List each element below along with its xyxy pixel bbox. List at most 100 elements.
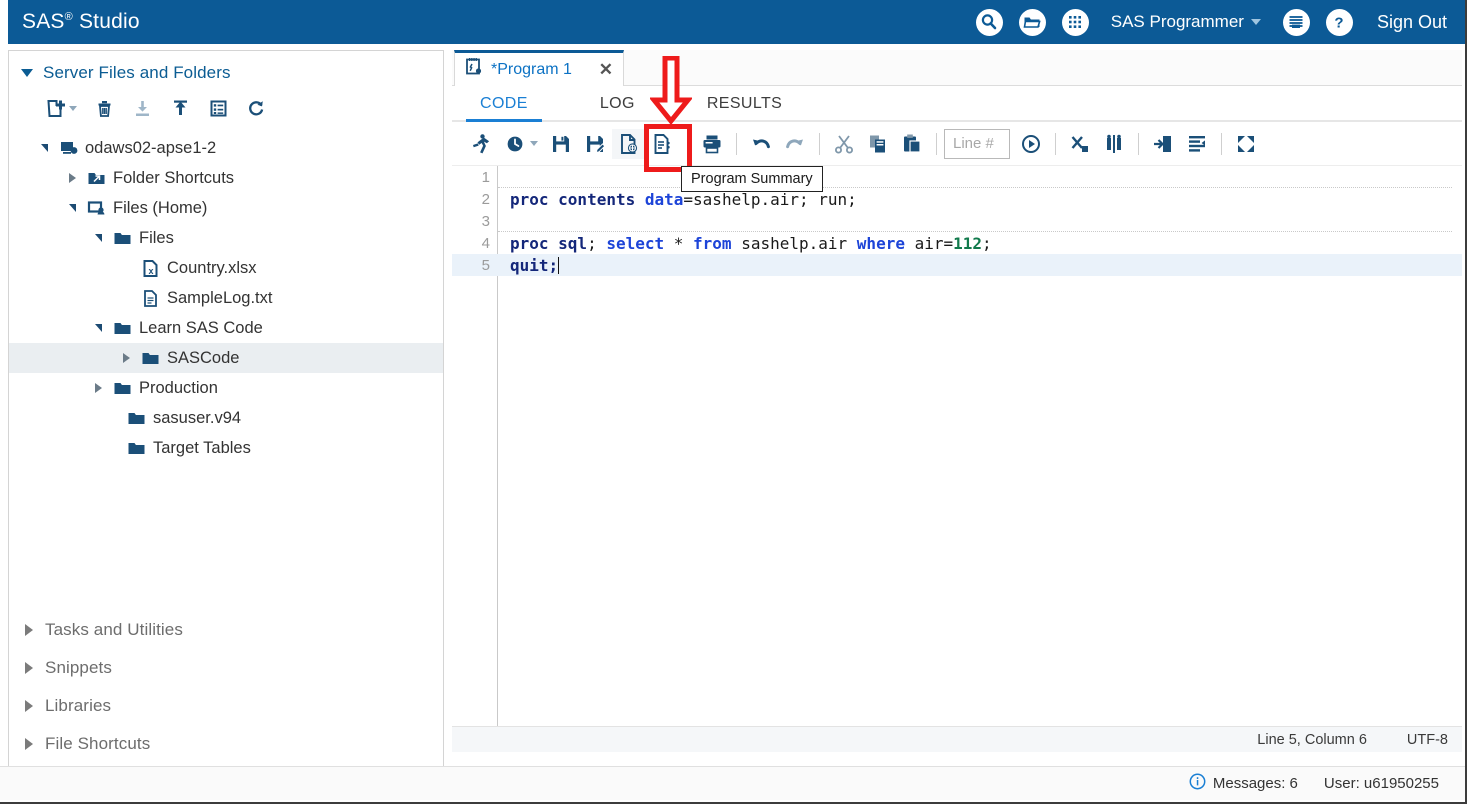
tree-twisty-collapsed[interactable] [91, 383, 105, 393]
line-number: 2 [481, 190, 490, 208]
folder-icon [140, 348, 160, 368]
tree-item-learn-sas-code[interactable]: Learn SAS Code [9, 313, 443, 343]
tree-item-folder-shortcuts[interactable]: Folder Shortcuts [9, 163, 443, 193]
tree-item-files[interactable]: Files [9, 223, 443, 253]
sidebar-item-file-shortcuts[interactable]: File Shortcuts [9, 725, 443, 763]
clear-all-button[interactable] [1063, 129, 1097, 159]
code-properties-button[interactable] [646, 129, 680, 159]
tree-twisty-collapsed[interactable] [119, 353, 133, 363]
tree-twisty-collapsed[interactable] [65, 173, 79, 183]
compare-button[interactable] [1097, 129, 1131, 159]
text-file-icon [140, 288, 160, 308]
tab-results[interactable]: RESULTS [693, 95, 796, 120]
tree-item-sasuser-v94[interactable]: sasuser.v94 [9, 403, 443, 433]
history-button[interactable] [498, 129, 544, 159]
tree-item-sascode[interactable]: SASCode [9, 343, 443, 373]
print-button[interactable] [695, 129, 729, 159]
redo-button[interactable] [778, 129, 812, 159]
tab-log[interactable]: LOG [586, 95, 649, 120]
save-as-button[interactable] [578, 129, 612, 159]
tree-item-country-xlsx[interactable]: x Country.xlsx [9, 253, 443, 283]
copy-button[interactable] [861, 129, 895, 159]
sign-out-button[interactable]: Sign Out [1377, 12, 1447, 33]
format-button[interactable] [1180, 129, 1214, 159]
code-lines: 1 2 proc contents data=sashelp.air; run;… [452, 166, 1462, 726]
refresh-button[interactable] [237, 93, 275, 123]
user-role-menu[interactable]: SAS Programmer [1111, 12, 1261, 32]
application-status-bar: Messages: 6 User: u61950255 [0, 766, 1465, 800]
cut-button[interactable] [827, 129, 861, 159]
open-folder-icon[interactable] [1018, 8, 1046, 36]
tree-item-files-home[interactable]: Files (Home) [9, 193, 443, 223]
server-files-section-header[interactable]: Server Files and Folders [9, 51, 443, 89]
properties-button[interactable] [199, 93, 237, 123]
line-number: 3 [481, 212, 490, 230]
chevron-right-icon [25, 624, 33, 636]
line-number-input[interactable] [944, 128, 1010, 159]
upload-button[interactable] [161, 93, 199, 123]
left-sidebar: Server Files and Folders odaws02-apse1-2… [8, 50, 444, 774]
code-line[interactable]: 4 proc sql; select * from sashelp.air wh… [452, 232, 1462, 254]
header-actions: SAS Programmer ? Sign Out [975, 8, 1465, 36]
tree-item-label: odaws02-apse1-2 [85, 138, 217, 157]
tree-item-server[interactable]: odaws02-apse1-2 [9, 133, 443, 163]
sidebar-item-snippets[interactable]: Snippets [9, 649, 443, 687]
home-files-icon [86, 198, 106, 218]
close-icon[interactable]: ✕ [599, 61, 613, 78]
grid-apps-icon[interactable] [1061, 8, 1089, 36]
code-line[interactable]: 2 proc contents data=sashelp.air; run; [452, 188, 1462, 210]
code-editor[interactable]: 1 2 proc contents data=sashelp.air; run;… [452, 166, 1462, 726]
tree-item-label: sasuser.v94 [153, 408, 242, 427]
tree-item-target-tables[interactable]: Target Tables [9, 433, 443, 463]
folder-icon [126, 438, 146, 458]
tree-item-samplelog-txt[interactable]: SampleLog.txt [9, 283, 443, 313]
program-summary-button[interactable] [612, 128, 646, 159]
download-button[interactable] [123, 93, 161, 123]
help-question-icon[interactable]: ? [1325, 8, 1353, 36]
chevron-down-icon [69, 105, 77, 111]
editor-subtabs: CODE LOG RESULTS [452, 86, 1462, 122]
indent-button[interactable] [1146, 129, 1180, 159]
tree-twisty-expanded[interactable] [91, 324, 105, 332]
tab-program-1[interactable]: *Program 1 ✕ [454, 50, 624, 86]
folder-icon [112, 318, 132, 338]
chevron-right-icon [25, 662, 33, 674]
sidebar-item-tasks-and-utilities[interactable]: Tasks and Utilities [9, 611, 443, 649]
sas-studio-window: SAS® Studio SAS Programmer ? Sign Out Se… [0, 0, 1467, 804]
search-icon[interactable] [975, 8, 1003, 36]
options-lines-icon[interactable] [1282, 8, 1310, 36]
sidebar-item-libraries[interactable]: Libraries [9, 687, 443, 725]
tree-item-label: Folder Shortcuts [113, 168, 235, 187]
paste-button[interactable] [895, 129, 929, 159]
tree-twisty-expanded[interactable] [37, 144, 51, 152]
sidebar-section-label: File Shortcuts [45, 734, 151, 753]
code-line-current[interactable]: 5 quit; [452, 254, 1462, 276]
folder-icon [112, 228, 132, 248]
tab-code[interactable]: CODE [466, 95, 542, 122]
line-text: proc sql; select * from sashelp.air wher… [510, 233, 992, 253]
goto-line-button[interactable] [1014, 129, 1048, 159]
code-line[interactable]: 3 [452, 210, 1462, 232]
save-button[interactable] [544, 129, 578, 159]
tree-twisty-expanded[interactable] [91, 234, 105, 242]
shortcut-folder-icon [86, 168, 106, 188]
messages-indicator[interactable]: Messages: 6 [1189, 773, 1298, 794]
code-line[interactable]: 1 [452, 166, 1462, 188]
folder-icon [126, 408, 146, 428]
tree-item-label: Files (Home) [113, 198, 208, 217]
maximize-button[interactable] [1229, 129, 1263, 159]
delete-button[interactable] [85, 93, 123, 123]
server-icon [58, 138, 78, 158]
tree-item-production[interactable]: Production [9, 373, 443, 403]
tree-item-label: Files [139, 228, 174, 247]
new-file-button[interactable] [37, 93, 85, 123]
toolbar-separator [687, 132, 688, 155]
excel-file-icon: x [140, 258, 160, 278]
chevron-down-icon [529, 141, 538, 146]
run-button[interactable] [464, 129, 498, 159]
tree-twisty-expanded[interactable] [65, 204, 79, 212]
program-icon [465, 58, 483, 81]
toolbar-separator [1138, 132, 1139, 155]
undo-button[interactable] [744, 129, 778, 159]
app-title: SAS® Studio [22, 10, 140, 34]
